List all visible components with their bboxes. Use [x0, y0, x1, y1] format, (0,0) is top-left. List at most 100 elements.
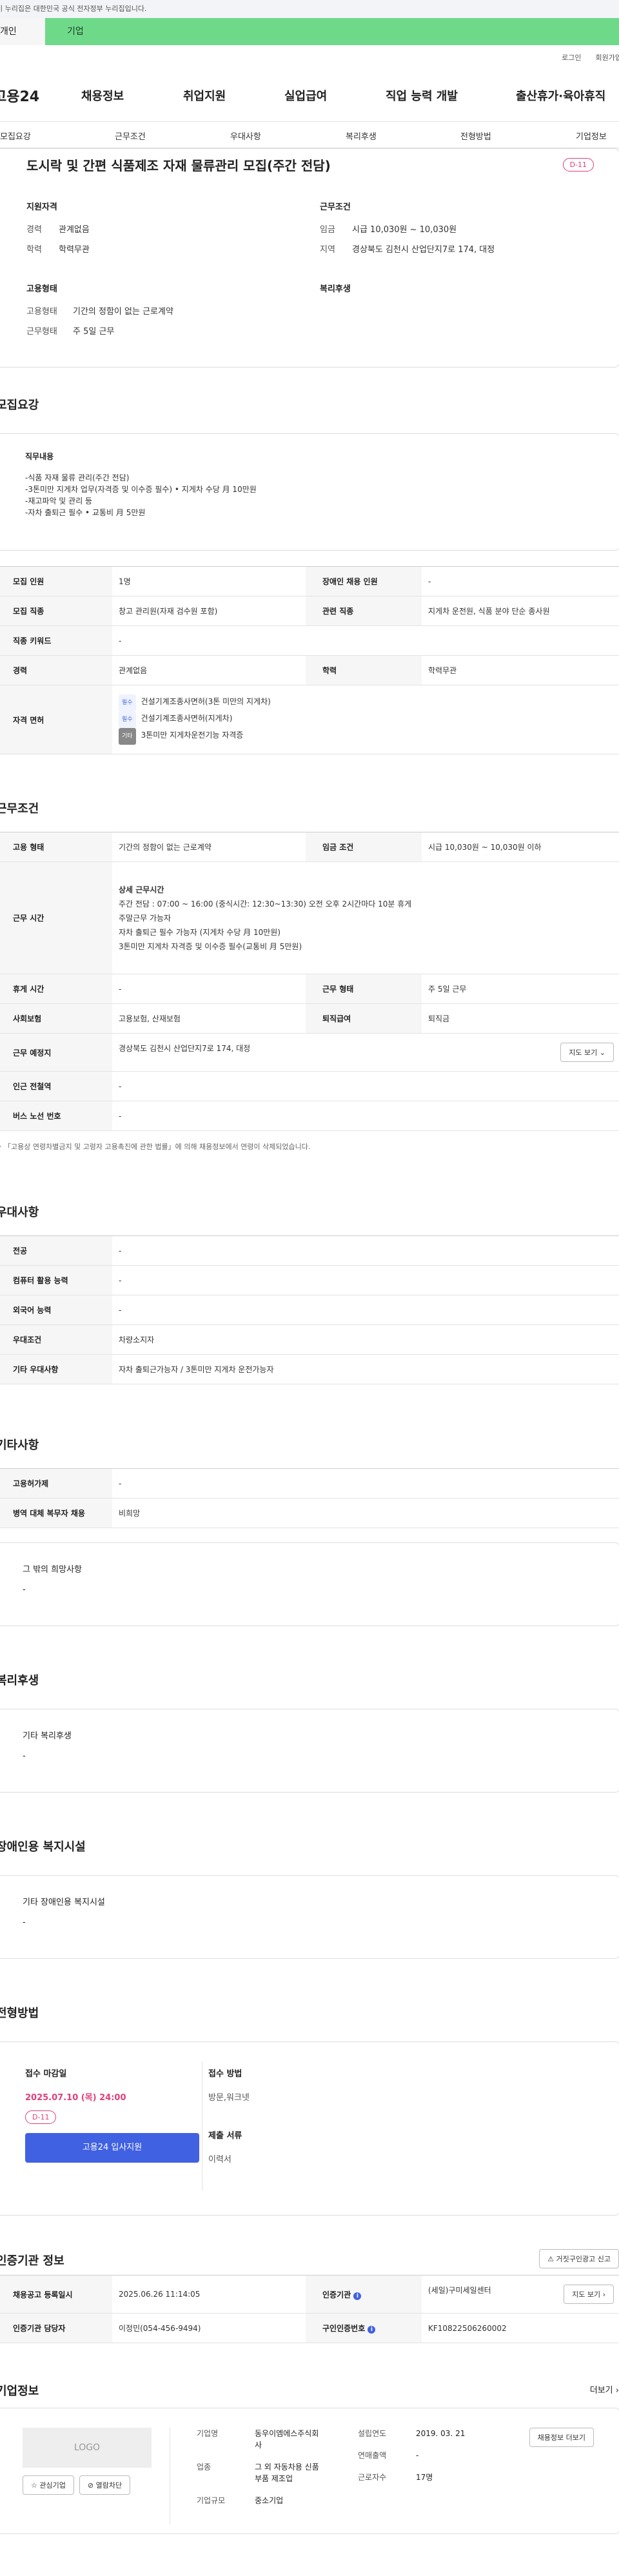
welfare-value: -: [23, 1751, 26, 1761]
info-icon[interactable]: i: [353, 2292, 362, 2300]
size-value: 중소기업: [255, 2496, 284, 2505]
site-logo[interactable]: 고용24: [0, 85, 39, 106]
company-box: LOGO ☆ 관심기업 ⊘ 열람차단 기업명 동우이엠에스주식회사 업종 그 외 자…: [0, 2408, 619, 2534]
cell-value: -: [112, 1265, 619, 1295]
table-row: 휴게 시간 - 근무 형태 주 5일 근무: [0, 974, 619, 1004]
cell-label: 버스 노선 번호: [0, 1101, 112, 1131]
company-actions: ☆ 관심기업 ⊘ 열람차단: [23, 2475, 131, 2495]
cell-label: 외국어 능력: [0, 1295, 112, 1325]
auth-value: (세일)구미세일센터: [428, 2286, 491, 2295]
duty-line: -자차 출퇴근 필수 • 교통비 月 5만원: [25, 508, 146, 517]
agency-map-button[interactable]: 지도 보기 ›: [564, 2285, 614, 2304]
tab-personal[interactable]: 개인: [0, 18, 45, 45]
cell-value: 관계없음: [112, 655, 306, 685]
dday-badge: D-11: [25, 2110, 57, 2124]
cell-label: 구인인증번호 i: [306, 2313, 422, 2343]
emp-value: 주 5일 근무: [73, 327, 115, 337]
cell-value: 시급 10,030원 ~ 10,030원 이하: [422, 832, 619, 862]
docs-label: 제출 서류: [208, 2131, 242, 2141]
section-tab-recruit[interactable]: 모집요강: [0, 130, 31, 142]
cell-label: 컴퓨터 활용 능력: [0, 1265, 112, 1295]
info-label: 근로자수: [358, 2473, 387, 2482]
cell-label: 모집 인원: [0, 566, 112, 596]
section-tab-prefer[interactable]: 우대사항: [230, 130, 261, 142]
cell-value: -: [112, 1071, 619, 1101]
gnb-menu-unemployment[interactable]: 실업급여: [284, 87, 327, 104]
gnb-menu-training[interactable]: 직업 능력 개발: [386, 87, 458, 104]
cell-label: 우대조건: [0, 1324, 112, 1355]
table-row: 전공 -: [0, 1235, 619, 1266]
block-label: 열람차단: [95, 2481, 123, 2490]
disability-heading: 기타 장애인용 복지시설: [23, 1898, 105, 1907]
method-group: 접수 방법 방문,워크넷 제출 서류 이력서: [208, 2067, 250, 2165]
login-link[interactable]: 로그인: [562, 52, 581, 63]
sales-value: -: [416, 2451, 419, 2460]
company-jobs-button[interactable]: 채용정보 더보기: [529, 2428, 594, 2447]
disability-title: 장애인용 복지시설: [0, 1840, 86, 1854]
etc-wish-value: -: [23, 1585, 26, 1595]
company-name[interactable]: 동우이엠에스주식회사: [255, 2428, 326, 2451]
table-row: 버스 노선 번호 -: [0, 1101, 619, 1131]
age-note: • 「고용상 연령차별금지 및 고령자 고용촉진에 관한 법률」에 의해 채용정…: [0, 1141, 619, 1152]
company-info-left: 기업명 동우이엠에스주식회사 업종 그 외 자동차용 신품 부품 제조업 기업규모 중…: [197, 2428, 326, 2506]
gnb-menu-leave[interactable]: 출산휴가·육아휴직: [516, 87, 605, 104]
qual-value: 학력무관: [59, 245, 90, 255]
cell-label: 장애인 채용 인원: [306, 566, 422, 596]
cond-label: 지역: [320, 245, 335, 255]
map-button[interactable]: 지도 보기 ⌄: [560, 1043, 614, 1062]
table-row: 직종 키워드 -: [0, 625, 619, 656]
report-button[interactable]: ⚠ 거짓구인광고 신고: [539, 2249, 619, 2268]
block-button[interactable]: ⊘ 열람차단: [79, 2475, 131, 2495]
cell-label: 기타 우대사항: [0, 1354, 112, 1384]
welfare-heading: 복리후생: [320, 284, 351, 294]
work-title: 근무조건: [0, 802, 39, 816]
gnb-menu-jobs[interactable]: 채용정보: [81, 87, 124, 104]
welfare-heading: 기타 복리후생: [23, 1731, 72, 1741]
etc-wish-heading: 그 밖의 희망사항: [23, 1565, 82, 1575]
apply-button[interactable]: 고용24 입사지원: [25, 2133, 199, 2163]
cell-label: 고용허가제: [0, 1468, 112, 1499]
qual-value: 관계없음: [59, 225, 90, 235]
deadline-label: 접수 마감일: [25, 2069, 67, 2079]
agency-table: 채용공고 등록일시 2025.06.26 11:14:05 인증기관 i (세일…: [0, 2275, 619, 2343]
info-label: 설립연도: [358, 2429, 387, 2438]
duty-line: -3톤미만 지게차 업무(자격증 및 이수증 필수) • 지게차 수당 月 10…: [25, 485, 257, 494]
cell-value: 2025.06.26 11:14:05: [112, 2275, 306, 2314]
auth-label: 인증기관: [322, 2290, 351, 2299]
place-cell: 경상북도 김천시 산업단지7로 174, 대정 지도 보기 ⌄: [112, 1033, 619, 1072]
signup-link[interactable]: 회원가입: [596, 52, 619, 63]
duty-heading: 직무내용: [25, 452, 54, 461]
table-row: 자격 면허 필수 건설기계조종사면허(3톤 미만의 지게차) 필수 건설기계조종사면…: [0, 685, 619, 754]
recruit-table: 모집 인원 1명 장애인 채용 인원 - 모집 직종 창고 관리원(자재 검수원…: [0, 566, 619, 754]
company-more-link[interactable]: 더보기 ›: [590, 2383, 619, 2395]
industry-value: 그 외 자동차용 신품 부품 제조업: [255, 2463, 319, 2483]
gnb-menu-employment-support[interactable]: 취업지원: [183, 87, 226, 104]
no-label: 구인인증번호: [322, 2324, 366, 2333]
info-icon[interactable]: i: [368, 2326, 376, 2334]
section-tab-company[interactable]: 기업정보: [576, 130, 607, 142]
tab-company[interactable]: 기업: [45, 18, 619, 45]
more-label: 더보기: [589, 2386, 613, 2395]
condition-group: 근무조건 임금 시급 10,030원 ~ 10,030원 지역 경상북도 김천시 산…: [320, 200, 587, 262]
license-list: 필수 건설기계조종사면허(3톤 미만의 지게차) 필수 건설기계조종사면허(지게차)…: [112, 685, 619, 754]
map-button-label: 지도 보기: [572, 2290, 601, 2299]
qualification-group: 지원자격 경력 관계없음 학력 학력무관: [26, 200, 294, 262]
cell-label: 근무 시간: [0, 861, 112, 974]
favorite-button[interactable]: ☆ 관심기업: [23, 2475, 74, 2495]
hours-heading: 상세 근무시간: [119, 885, 164, 894]
section-tab-screening[interactable]: 전형방법: [460, 130, 491, 142]
section-tab-welfare[interactable]: 복리후생: [346, 130, 377, 142]
disability-box: 기타 장애인용 복지시설 -: [0, 1875, 619, 1959]
cell-value: 비희망: [112, 1498, 619, 1528]
disability-value: -: [23, 1918, 26, 1927]
section-tab-work[interactable]: 근무조건: [115, 130, 146, 142]
table-row: 경력 관계없음 학력 학력무관: [0, 655, 619, 685]
table-row: 모집 인원 1명 장애인 채용 인원 -: [0, 566, 619, 596]
cell-value: -: [422, 566, 619, 596]
recruit-title: 모집요강: [0, 398, 39, 412]
table-row: 채용공고 등록일시 2025.06.26 11:14:05 인증기관 i (세일…: [0, 2275, 619, 2314]
screening-box: 접수 마감일 2025.07.10 (목) 24:00 D-11 고용24 입사…: [0, 2041, 619, 2216]
map-button-label: 지도 보기: [569, 1048, 598, 1057]
audience-tabs: 개인 기업: [0, 18, 619, 45]
cond-value: 시급 10,030원 ~ 10,030원: [352, 225, 457, 235]
